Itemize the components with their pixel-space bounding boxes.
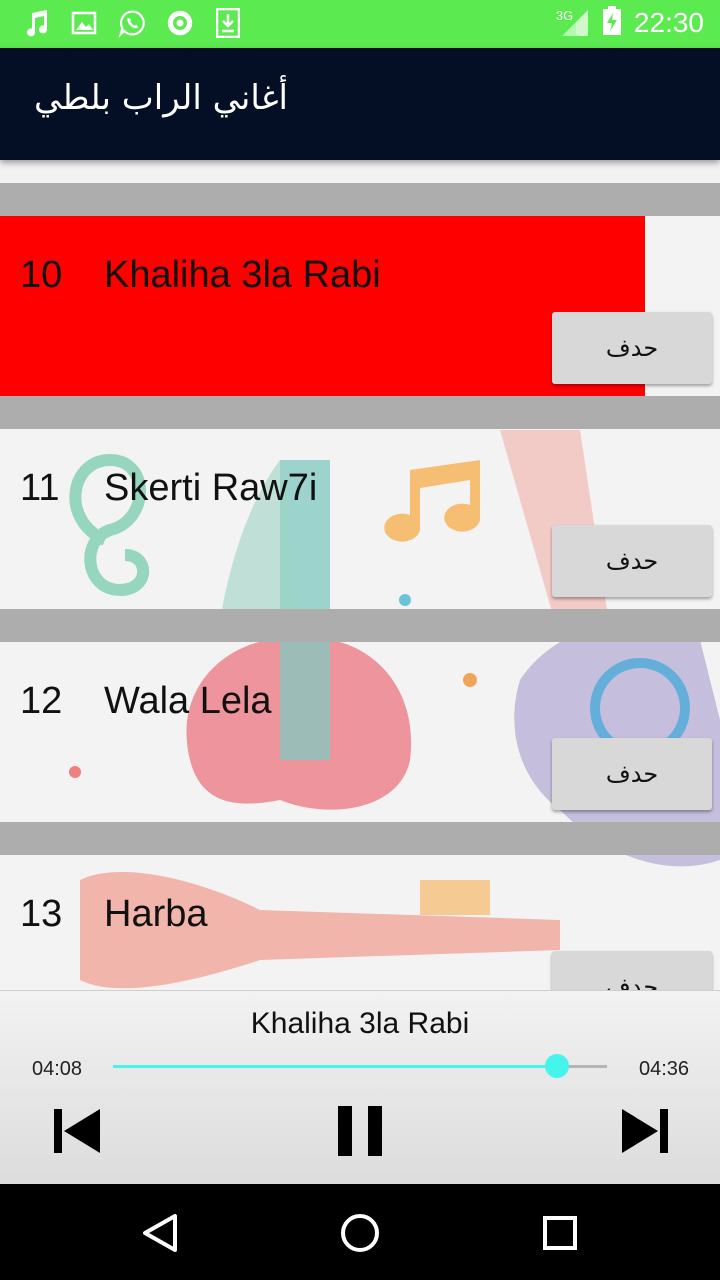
network-type: 3G [555, 8, 574, 23]
previous-button[interactable] [48, 1101, 108, 1161]
app-title: أغاني الراب بلطي [34, 78, 288, 118]
song-title: Khaliha 3la Rabi [104, 254, 381, 296]
song-title: Skerti Raw7i [104, 467, 318, 509]
back-button[interactable] [135, 1208, 185, 1258]
next-button[interactable] [614, 1101, 674, 1161]
home-icon [341, 1214, 379, 1252]
list-separator [0, 609, 720, 642]
media-player: Khaliha 3la Rabi 04:08 04:36 [0, 990, 720, 1185]
seek-progress [113, 1065, 558, 1068]
song-number: 11 [20, 467, 60, 509]
selected-highlight [0, 216, 645, 396]
delete-button[interactable]: حدف [552, 525, 712, 597]
status-bar: 3G 22:30 [0, 0, 720, 48]
previous-icon [54, 1109, 100, 1153]
song-number: 10 [20, 254, 63, 296]
song-number: 13 [20, 893, 63, 935]
recents-button[interactable] [535, 1208, 585, 1258]
battery-charging-icon [602, 6, 622, 40]
notification-icons [22, 8, 242, 39]
list-separator [0, 183, 720, 216]
image-icon [70, 8, 98, 38]
whatsapp-icon [118, 8, 146, 39]
music-note-icon [22, 8, 50, 38]
song-row[interactable]: 13 Harba حدف [0, 855, 720, 990]
list-separator [0, 822, 720, 855]
signal-3g-icon: 3G [556, 8, 590, 38]
song-number: 12 [20, 680, 63, 722]
seek-thumb[interactable] [545, 1054, 570, 1078]
recents-icon [543, 1216, 577, 1250]
clock: 22:30 [633, 7, 704, 38]
delete-button[interactable]: حدف [552, 312, 712, 384]
home-button[interactable] [335, 1208, 385, 1258]
list-separator [0, 396, 720, 429]
download-icon [214, 8, 242, 38]
status-right: 3G 22:30 [556, 6, 704, 40]
song-row[interactable]: 11 Skerti Raw7i حدف [0, 429, 720, 609]
song-title: Wala Lela [104, 680, 272, 722]
duration: 04:36 [639, 1058, 690, 1080]
next-icon [622, 1109, 668, 1153]
song-row[interactable]: 12 Wala Lela حدف [0, 642, 720, 822]
app-bar: أغاني الراب بلطي [0, 48, 720, 160]
back-icon [143, 1214, 177, 1252]
current-time: 04:08 [32, 1058, 83, 1080]
now-playing-title: Khaliha 3la Rabi [250, 1007, 470, 1040]
song-list[interactable]: 10 Khaliha 3la Rabi حدف 11 Skerti Raw7i … [0, 160, 720, 990]
seek-bar[interactable] [113, 1054, 607, 1078]
delete-button[interactable]: حدف [552, 738, 712, 810]
song-row-selected[interactable]: 10 Khaliha 3la Rabi حدف [0, 216, 720, 396]
navigation-bar [0, 1184, 720, 1280]
delete-button[interactable]: حدف [552, 951, 712, 990]
song-title: Harba [104, 893, 208, 935]
camera-app-icon [166, 8, 194, 38]
pause-button[interactable] [330, 1101, 390, 1161]
pause-icon [338, 1106, 382, 1156]
